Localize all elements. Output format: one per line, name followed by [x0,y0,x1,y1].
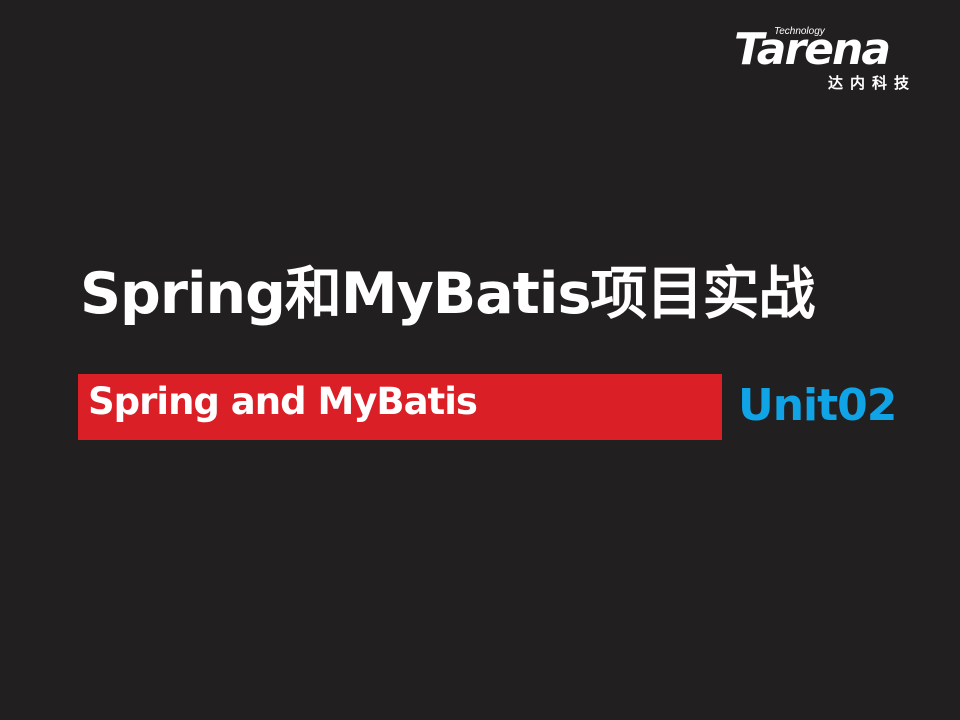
logo-chinese-text: 达内科技 [828,74,917,92]
slide-title: Spring和MyBatis项目实战 [80,261,815,327]
slide-subtitle: Spring and MyBatis [88,380,478,423]
tarena-logo: Tarena Technology 达内科技 [728,22,928,98]
presentation-slide: Tarena Technology 达内科技 Spring和MyBatis项目实… [0,0,960,720]
unit-label: Unit02 [738,380,897,431]
subtitle-banner: Spring and MyBatis [78,374,722,440]
logo-technology-text: Technology [774,26,825,37]
